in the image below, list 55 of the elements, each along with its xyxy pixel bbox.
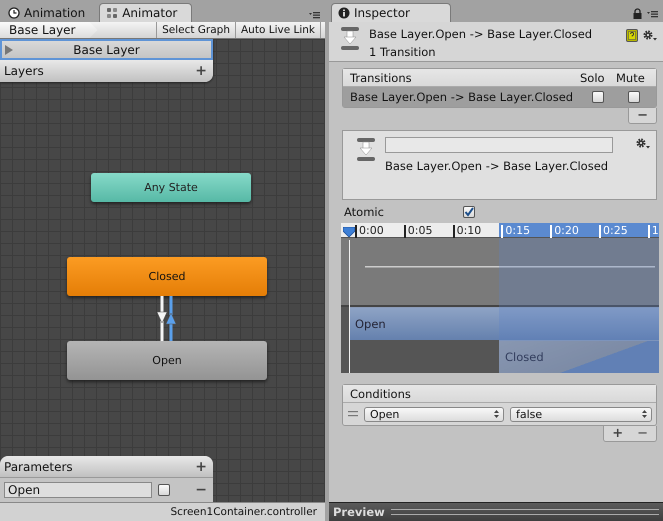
parameter-name-field[interactable]: Open <box>4 482 152 498</box>
transition-arrow[interactable] <box>166 296 176 341</box>
transition-name: Base Layer.Open -> Base Layer.Closed <box>350 90 574 104</box>
dropdown-arrows-icon[interactable] <box>642 410 647 418</box>
transition-count: 1 Transition <box>369 45 437 59</box>
transition-label: Base Layer.Open -> Base Layer.Closed <box>385 159 610 173</box>
solo-checkbox[interactable] <box>592 91 604 103</box>
menu-icon[interactable] <box>308 10 321 19</box>
state-node[interactable]: Closed <box>67 257 267 296</box>
settings-icon[interactable] <box>635 137 650 149</box>
panel-title: Layers <box>4 64 44 78</box>
dropdown-arrows-icon[interactable] <box>494 410 499 418</box>
remove-button[interactable]: − <box>637 427 648 440</box>
panel-title: Parameters <box>4 460 73 474</box>
toolbar-button[interactable]: Auto Live Link <box>235 22 321 38</box>
state-node[interactable]: Any State <box>91 173 251 202</box>
state-node[interactable]: Open <box>67 341 267 380</box>
column-header: Transitions <box>350 70 413 84</box>
inspector-title: Base Layer.Open -> Base Layer.Closed <box>369 27 592 41</box>
column-header: Solo <box>580 70 606 84</box>
tab[interactable]: Inspector <box>331 3 451 22</box>
atomic-label: Atomic <box>344 205 385 219</box>
list-title: Conditions <box>350 386 412 400</box>
remove-button[interactable]: − <box>195 483 207 497</box>
menu-icon[interactable] <box>646 9 659 18</box>
lock-icon[interactable] <box>633 8 642 19</box>
value-dropdown[interactable]: false <box>510 406 652 422</box>
nodes-icon <box>106 7 118 19</box>
layer-item[interactable]: Base Layer <box>0 39 213 60</box>
mute-checkbox[interactable] <box>628 91 640 103</box>
toolbar-button[interactable]: Select Graph <box>156 22 235 38</box>
parameter-dropdown[interactable]: Open <box>364 406 504 422</box>
transition-icon <box>355 137 377 162</box>
clock-icon <box>8 6 20 18</box>
atomic-checkbox[interactable] <box>463 206 475 218</box>
transition-icon <box>339 26 361 51</box>
add-button[interactable]: + <box>195 64 207 78</box>
status-bar: Screen1Container.controller <box>0 502 325 521</box>
transition-arrow[interactable] <box>156 296 168 341</box>
info-icon <box>338 7 350 19</box>
help-icon[interactable] <box>626 29 638 42</box>
clip-bar[interactable]: Open <box>349 307 659 340</box>
breadcrumb[interactable]: Base Layer <box>0 22 98 38</box>
preview-title: Preview <box>333 505 385 519</box>
settings-icon[interactable] <box>642 29 657 41</box>
column-header: Mute <box>616 70 646 84</box>
tab[interactable]: Animation <box>2 3 100 22</box>
name-field[interactable] <box>385 137 613 153</box>
expand-icon[interactable] <box>5 45 13 55</box>
transition-row[interactable]: Base Layer.Open -> Base Layer.Closed <box>343 87 656 107</box>
add-button[interactable]: + <box>612 427 624 440</box>
drag-handle-icon[interactable] <box>348 411 358 417</box>
add-button[interactable]: + <box>195 460 207 474</box>
parameter-checkbox[interactable] <box>158 484 170 496</box>
tab[interactable]: Animator <box>99 3 192 22</box>
